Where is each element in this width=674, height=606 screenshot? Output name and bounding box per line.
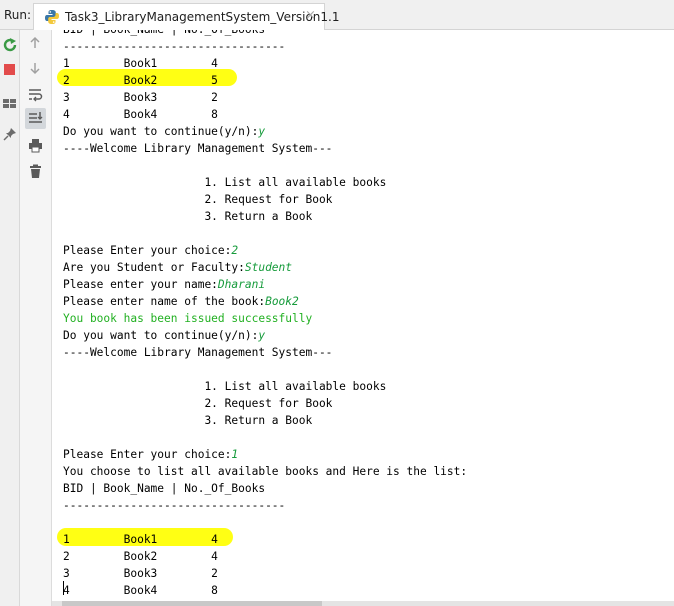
user-input-text: y [258,125,266,138]
console-prompt: Please Enter your choice: [63,448,232,461]
scroll-to-end-icon[interactable] [25,108,46,129]
console-line: 2 Book2 5 [63,74,218,87]
console-line: You choose to list all available books a… [63,465,468,478]
console-line: 3 Book3 2 [63,91,218,104]
scrollbar-thumb[interactable] [62,601,322,606]
python-icon [45,10,59,24]
console-prompt: Please enter name of the book: [63,295,266,308]
tab-title: Task3_LibraryManagementSystem_Version1.1 [65,10,340,24]
user-input-text: 1 [231,448,239,461]
success-message: You book has been issued successfully [63,312,313,325]
soft-wrap-icon[interactable] [28,87,43,102]
console-line: Please enter name of the book:Book2 [63,293,467,310]
run-label: Run: [4,8,32,22]
rerun-icon[interactable] [2,37,18,53]
console-line: 1 Book1 4 [63,533,218,546]
console-line: Please enter your name:Dharani [63,276,467,293]
console-line: Please Enter your choice:2 [63,242,467,259]
console-line: 2. Request for Book [63,193,333,206]
down-arrow-icon[interactable] [28,61,42,75]
console-line: Are you Student or Faculty:Student [63,259,467,276]
console-line: 2 Book2 4 [63,550,218,563]
close-tab-icon[interactable]: × [305,9,316,23]
console-line: Do you want to continue(y/n):y [63,123,467,140]
console-toolbar [20,30,52,606]
console-line: 4 Book4 8 [63,108,218,121]
console-line: 1 Book1 4 [63,57,218,70]
console-prompt: Do you want to continue(y/n): [63,125,259,138]
pin-icon[interactable] [3,127,17,141]
console-line: 1. List all available books [63,176,387,189]
console-line: BID | Book_Name | No._Of_Books [63,482,266,495]
user-input-text: 2 [231,244,239,257]
stop-icon[interactable] [3,63,17,77]
console-line: BID | Book_Name | No._Of_Books [63,30,467,38]
console-prompt: Please enter your name: [63,278,218,291]
tab-run-configuration[interactable]: Task3_LibraryManagementSystem_Version1.1… [33,3,340,30]
console-line: 4 Book4 8 [63,584,218,597]
text-caret [63,581,64,595]
console-line: ----Welcome Library Management System--- [63,142,333,155]
console-prompt: Do you want to continue(y/n): [63,329,259,342]
horizontal-scrollbar[interactable] [52,601,674,606]
trash-icon[interactable] [28,164,43,179]
console-line: 2. Request for Book [63,397,333,410]
user-input-text: Book2 [265,295,299,308]
run-tab-bar: Run: Task3_LibraryManagementSystem_Versi… [0,0,674,30]
up-arrow-icon[interactable] [28,36,42,50]
print-icon[interactable] [28,138,43,153]
console-line: ----Welcome Library Management System--- [63,346,333,359]
run-toolbar [0,30,20,606]
console-prompt: Are you Student or Faculty: [63,261,245,274]
user-input-text: Dharani [217,278,266,291]
console-line: Do you want to continue(y/n):y [63,327,467,344]
user-input-text: Student [244,261,293,274]
console-output[interactable]: BID | Book_Name | No._Of_Books ----------… [52,30,674,601]
console-line: --------------------------------- [63,499,286,512]
console-line: Please Enter your choice:1 [63,446,467,463]
console-lines: BID | Book_Name | No._Of_Books ----------… [63,30,467,601]
console-line: 3 Book3 2 [63,567,218,580]
console-line: 1. List all available books [63,380,387,393]
layout-icon[interactable] [2,97,18,111]
console-prompt: Please Enter your choice: [63,244,232,257]
console-line: 3. Return a Book [63,414,313,427]
user-input-text: y [258,329,266,342]
console-line: 3. Return a Book [63,210,313,223]
console-line: --------------------------------- [63,40,286,53]
